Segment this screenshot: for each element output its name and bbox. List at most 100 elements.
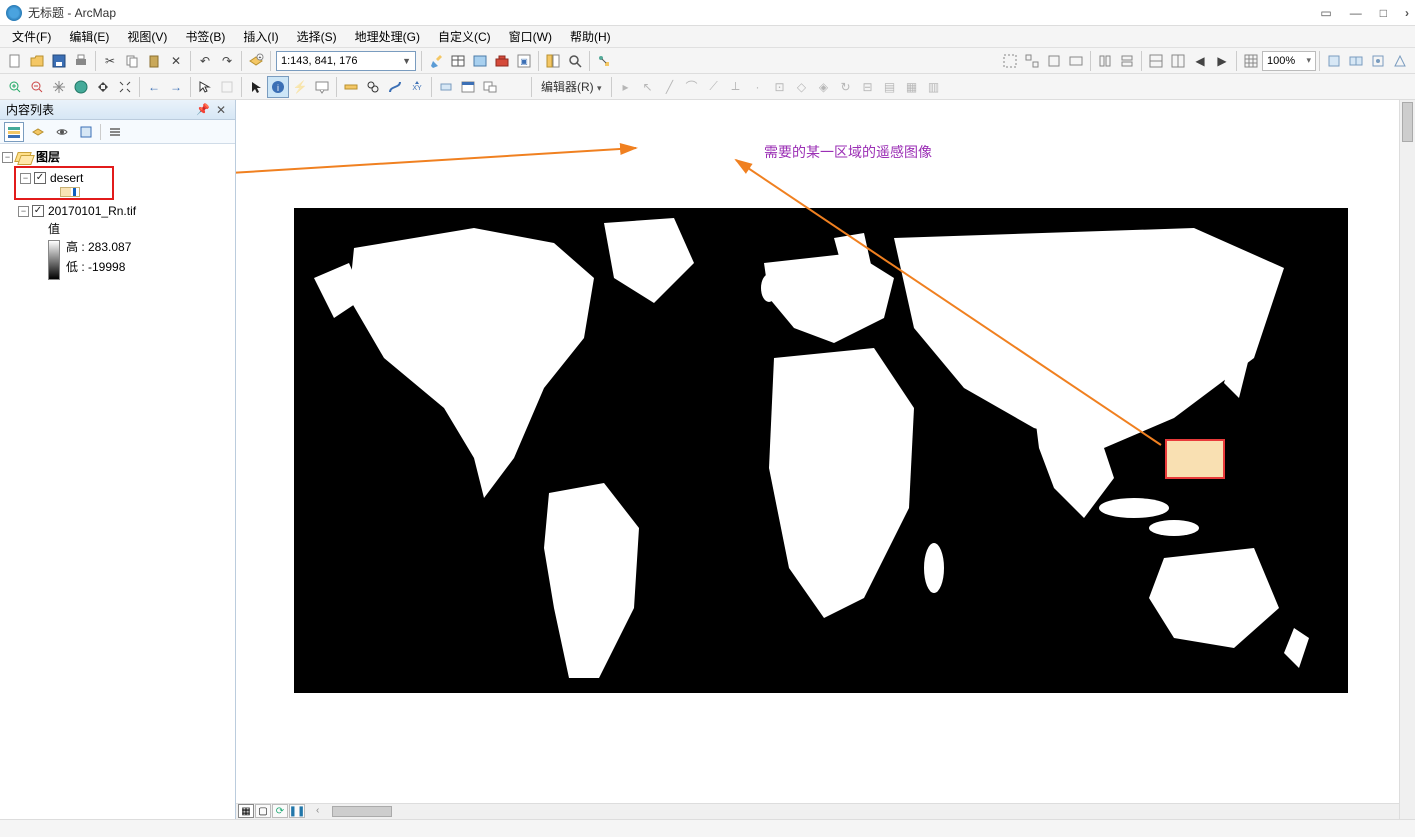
zoom-in-icon[interactable] <box>4 76 26 98</box>
layout-ds3-icon[interactable] <box>1367 50 1389 72</box>
layout-ds2-icon[interactable] <box>1345 50 1367 72</box>
select-elements-icon[interactable] <box>245 76 267 98</box>
fixed-zoomout-icon[interactable] <box>114 76 136 98</box>
search-icon[interactable] <box>564 50 586 72</box>
zoom-out-icon[interactable] <box>26 76 48 98</box>
data-view-tab[interactable]: ▦ <box>238 804 254 818</box>
undo-icon[interactable]: ↶ <box>194 50 216 72</box>
identify-icon[interactable]: i <box>267 76 289 98</box>
cut-icon[interactable]: ✂ <box>99 50 121 72</box>
map-canvas[interactable] <box>294 208 1348 708</box>
new-icon[interactable] <box>4 50 26 72</box>
close-icon[interactable]: ✕ <box>213 103 229 117</box>
menu-file[interactable]: 文件(F) <box>4 26 59 47</box>
vertical-scrollbar[interactable] <box>1399 100 1415 819</box>
scrollbar-thumb[interactable] <box>332 806 392 817</box>
menu-customize[interactable]: 自定义(C) <box>430 26 499 47</box>
horizontal-scrollbar[interactable]: ▦ ▢ ⟳ ❚❚ ‹ <box>236 803 1399 819</box>
tree-root-row[interactable]: − 图层 <box>2 148 233 166</box>
menu-insert[interactable]: 插入(I) <box>235 26 286 47</box>
layout-ds4-icon[interactable] <box>1389 50 1411 72</box>
layout-grid-icon[interactable] <box>1240 50 1262 72</box>
layout-tool7-icon[interactable] <box>1145 50 1167 72</box>
next-button[interactable]: › <box>1405 6 1409 20</box>
list-by-drawing-icon[interactable] <box>4 122 24 142</box>
layer-checkbox[interactable]: ✓ <box>34 172 46 184</box>
measure-icon[interactable] <box>340 76 362 98</box>
hyperlink-icon[interactable]: ⚡ <box>289 76 311 98</box>
full-extent-icon[interactable] <box>70 76 92 98</box>
zoom-percent-input[interactable]: 100% ▾ <box>1262 51 1316 71</box>
clear-select-icon[interactable] <box>216 76 238 98</box>
magnifier-window-icon[interactable] <box>479 76 501 98</box>
menu-bookmarks[interactable]: 书签(B) <box>177 26 233 47</box>
goto-xy-icon[interactable]: XY <box>406 76 428 98</box>
open-icon[interactable] <box>26 50 48 72</box>
map-view[interactable]: 需要的某一区域的遥感图像 <box>236 100 1415 819</box>
layout-ds1-icon[interactable] <box>1323 50 1345 72</box>
pan-icon[interactable] <box>48 76 70 98</box>
redo-icon[interactable]: ↷ <box>216 50 238 72</box>
layout-tool6-icon[interactable] <box>1116 50 1138 72</box>
layer-row-raster[interactable]: − ✓ 20170101_Rn.tif <box>2 202 233 220</box>
map-scale-input[interactable]: 1:143, 841, 176 ▼ <box>276 51 416 71</box>
model-builder-icon[interactable] <box>593 50 615 72</box>
next-extent-icon[interactable]: → <box>165 76 187 98</box>
copy-icon[interactable] <box>121 50 143 72</box>
delete-icon[interactable]: ✕ <box>165 50 187 72</box>
python-icon[interactable]: ▣ <box>513 50 535 72</box>
minimize-button[interactable]: — <box>1350 6 1362 20</box>
collapse-icon[interactable]: − <box>2 152 13 163</box>
menu-edit[interactable]: 编辑(E) <box>61 26 117 47</box>
pause-draw-icon[interactable]: ❚❚ <box>289 804 305 818</box>
collapse-icon[interactable]: − <box>20 173 31 184</box>
layer-row-desert[interactable]: − ✓ desert <box>16 169 112 187</box>
pin-icon[interactable]: 📌 <box>193 103 213 116</box>
layout-next-icon[interactable]: ▶ <box>1211 50 1233 72</box>
quick-panel-icon[interactable]: ▭ <box>1320 6 1331 20</box>
list-by-selection-icon[interactable] <box>76 122 96 142</box>
toc-options-icon[interactable] <box>105 122 125 142</box>
toolbox-icon[interactable] <box>491 50 513 72</box>
list-by-source-icon[interactable] <box>28 122 48 142</box>
editor-dropdown[interactable]: 编辑器(R) ▾ <box>535 78 608 95</box>
menu-view[interactable]: 视图(V) <box>119 26 175 47</box>
layout-prev-icon[interactable]: ◀ <box>1189 50 1211 72</box>
layout-tool-icon[interactable] <box>999 50 1021 72</box>
time-slider-icon[interactable] <box>435 76 457 98</box>
menu-geoprocessing[interactable]: 地理处理(G) <box>347 26 428 47</box>
save-icon[interactable] <box>48 50 70 72</box>
layout-tool4-icon[interactable] <box>1065 50 1087 72</box>
paste-icon[interactable] <box>143 50 165 72</box>
fixed-zoomin-icon[interactable] <box>92 76 114 98</box>
collapse-icon[interactable]: − <box>18 206 29 217</box>
menu-select[interactable]: 选择(S) <box>289 26 345 47</box>
layout-tool8-icon[interactable] <box>1167 50 1189 72</box>
list-by-visibility-icon[interactable] <box>52 122 72 142</box>
layout-view-tab[interactable]: ▢ <box>255 804 271 818</box>
toc-tree: − 图层 − ✓ desert − ✓ 20170101_Rn. <box>0 144 235 819</box>
layout-tool3-icon[interactable] <box>1043 50 1065 72</box>
refresh-view-icon[interactable]: ⟳ <box>272 804 288 818</box>
menu-window[interactable]: 窗口(W) <box>501 26 560 47</box>
print-icon[interactable] <box>70 50 92 72</box>
scrollbar-thumb[interactable] <box>1402 102 1413 142</box>
grid-window-icon[interactable] <box>469 50 491 72</box>
raster-value-label-row: 值 <box>2 220 233 238</box>
layer-checkbox[interactable]: ✓ <box>32 205 44 217</box>
catalog-icon[interactable] <box>542 50 564 72</box>
layout-tool2-icon[interactable] <box>1021 50 1043 72</box>
find-icon[interactable] <box>362 76 384 98</box>
html-popup-icon[interactable] <box>311 76 333 98</box>
editor-tool-icon[interactable] <box>425 50 447 72</box>
find-route-icon[interactable] <box>384 76 406 98</box>
select-features-icon[interactable] <box>194 76 216 98</box>
maximize-button[interactable]: □ <box>1380 6 1387 20</box>
table-icon[interactable] <box>447 50 469 72</box>
prev-extent-icon[interactable]: ← <box>143 76 165 98</box>
hscroll-left-arrow[interactable]: ‹ <box>316 805 319 816</box>
layout-tool5-icon[interactable] <box>1094 50 1116 72</box>
menu-help[interactable]: 帮助(H) <box>562 26 619 47</box>
viewer-window-icon[interactable] <box>457 76 479 98</box>
add-data-icon[interactable]: + <box>245 50 267 72</box>
